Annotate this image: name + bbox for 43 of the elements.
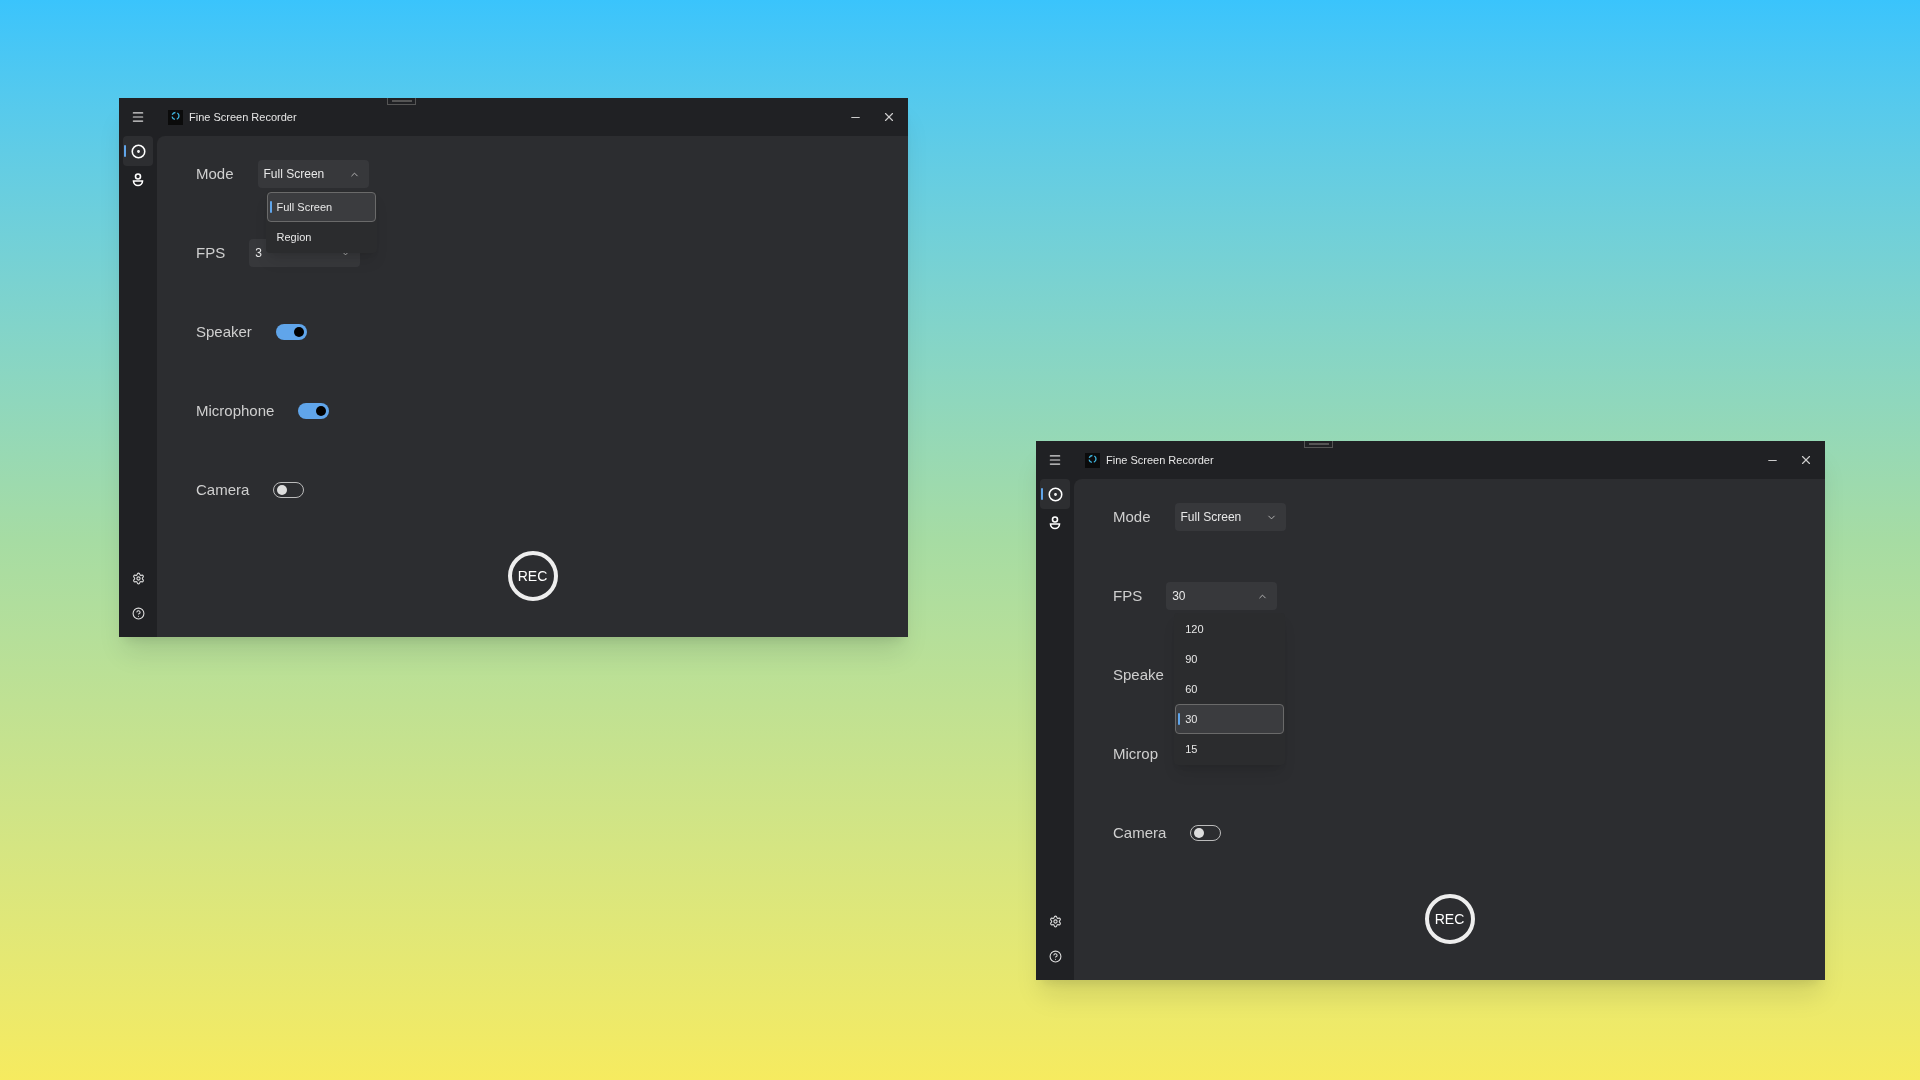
record-icon <box>130 143 146 159</box>
toggle-knob <box>277 485 288 495</box>
setting-label: Speaker <box>196 321 252 342</box>
close-icon[interactable] <box>882 110 896 124</box>
snap-handle[interactable] <box>387 98 416 105</box>
dropdown-field[interactable]: Full Screen <box>257 160 369 188</box>
toggle-knob <box>293 327 304 337</box>
nav-item[interactable] <box>123 136 153 166</box>
setting-label: Mode <box>196 163 234 184</box>
toggle-knob <box>316 406 327 416</box>
record-button[interactable]: REC <box>1424 894 1475 944</box>
setting-label: Mode <box>1113 506 1151 527</box>
setting-label: Camera <box>196 479 250 500</box>
person-icon <box>1049 516 1061 530</box>
setting-label: FPS <box>196 242 226 263</box>
snap-handle[interactable] <box>1304 441 1333 448</box>
dropdown-option[interactable]: Full Screen <box>266 192 376 222</box>
selection-indicator <box>269 201 272 213</box>
nav-item[interactable] <box>1040 479 1070 509</box>
setting-label: Camera <box>1113 822 1167 843</box>
setting-label: Microphone <box>196 400 275 421</box>
toggle-knob <box>1194 828 1205 838</box>
window-title: Fine Screen Recorder <box>1106 452 1214 468</box>
record-icon <box>1047 486 1063 502</box>
dropdown-option[interactable]: 15 <box>1175 734 1285 764</box>
setting-label: Microp <box>1113 743 1158 764</box>
dropdown-option[interactable]: 30 <box>1175 704 1285 734</box>
person-icon <box>132 173 144 187</box>
dropdown-field[interactable]: Full Screen <box>1174 503 1286 531</box>
dropdown-field[interactable]: 30 <box>1166 582 1278 610</box>
app-logo-icon <box>168 109 183 125</box>
app-logo-icon <box>1085 452 1100 468</box>
dropdown-option[interactable]: 120 <box>1175 614 1285 644</box>
window-title: Fine Screen Recorder <box>189 109 297 125</box>
toggle-switch[interactable] <box>298 403 330 419</box>
close-icon[interactable] <box>1799 453 1813 467</box>
selection-indicator <box>1178 713 1181 725</box>
toggle-switch[interactable] <box>275 324 307 340</box>
dropdown-option[interactable]: 60 <box>1175 674 1285 704</box>
dropdown-option[interactable]: 90 <box>1175 644 1285 674</box>
setting-label: Speake <box>1113 664 1164 685</box>
setting-label: FPS <box>1113 585 1143 606</box>
record-button[interactable]: REC <box>507 551 558 601</box>
